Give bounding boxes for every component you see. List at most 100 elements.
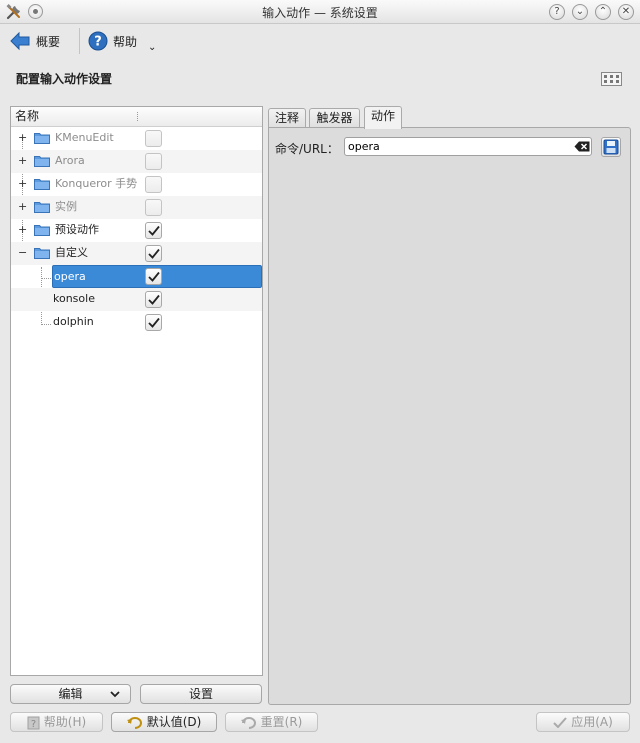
checkmark-icon [148, 248, 160, 259]
tab-label: 触发器 [316, 111, 353, 125]
edit-label: 编辑 [58, 687, 83, 701]
tab-label: 注释 [274, 111, 299, 125]
checkmark-icon [148, 225, 160, 236]
name-column-label: 名称 [15, 109, 40, 123]
checkmark-icon [148, 294, 160, 305]
maximize-button[interactable]: ⌃ [595, 4, 611, 20]
chevron-up-icon: ⌃ [598, 6, 608, 17]
tree-item-label: 预设动作 [55, 223, 99, 236]
folder-icon [34, 225, 50, 236]
undo-icon [126, 717, 142, 729]
overview-button[interactable]: 概要 [9, 28, 60, 54]
tree-item-label: KMenuEdit [55, 131, 114, 144]
help-button[interactable]: ? 帮助(H) [10, 712, 103, 732]
help-book-icon: ? [27, 716, 40, 730]
tab-comment[interactable]: 注释 [268, 108, 306, 128]
enable-checkbox[interactable] [145, 199, 162, 216]
tree-item-arora[interactable]: + Arora [11, 150, 262, 173]
chevron-down-icon: ⌄ [148, 41, 157, 53]
folder-icon [34, 202, 50, 213]
folder-icon [34, 133, 50, 144]
settings-label: 设置 [188, 687, 213, 701]
apply-button[interactable]: 应用(A) [536, 712, 630, 732]
tab-action[interactable]: 动作 [364, 106, 402, 129]
tree-item-konsole[interactable]: konsole [11, 288, 262, 311]
tree-column-header[interactable]: 名称 [11, 107, 262, 127]
tree-item-label: konsole [53, 292, 95, 305]
action-tree[interactable]: 名称 + KMenuEdit + Arora + Konqueror 手势 + … [10, 106, 263, 676]
minimize-button[interactable]: ⌄ [572, 4, 588, 20]
tree-item-dolphin[interactable]: dolphin [11, 311, 262, 334]
apply-button-label: 应用(A) [571, 715, 613, 729]
toolbar-separator [79, 28, 80, 54]
enable-checkbox[interactable] [145, 153, 162, 170]
reset-button-label: 重置(R) [260, 715, 303, 729]
tree-item-kmenuedit[interactable]: + KMenuEdit [11, 127, 262, 150]
folder-icon [34, 156, 50, 167]
window-help-button[interactable]: ? [549, 4, 565, 20]
enable-checkbox[interactable] [145, 222, 162, 239]
keyboard-grid-icon [601, 72, 622, 86]
tree-item-label: Konqueror 手势 [55, 177, 138, 190]
tree-item-label: 自定义 [55, 246, 88, 259]
svg-text:?: ? [94, 35, 102, 50]
help-icon: ? [88, 31, 108, 51]
enable-checkbox[interactable] [145, 291, 162, 308]
defaults-button[interactable]: 默认值(D) [111, 712, 217, 732]
checkmark-icon [148, 271, 160, 282]
expand-icon[interactable]: + [18, 178, 27, 190]
reset-button[interactable]: 重置(R) [225, 712, 318, 732]
tree-item-label: dolphin [53, 315, 94, 328]
tab-triggers[interactable]: 触发器 [309, 108, 360, 128]
help-button-label: 帮助(H) [43, 715, 87, 729]
tree-item-opera[interactable]: opera [52, 265, 262, 288]
tree-item-preset-actions[interactable]: + 预设动作 [11, 219, 262, 242]
browse-command-button[interactable] [601, 137, 621, 157]
chevron-down-icon [110, 691, 120, 698]
clear-text-icon[interactable] [574, 141, 590, 152]
tree-item-custom[interactable]: − 自定义 [11, 242, 262, 265]
enable-checkbox[interactable] [145, 314, 162, 331]
enable-checkbox[interactable] [145, 245, 162, 262]
save-icon [603, 139, 619, 155]
reset-icon [240, 717, 256, 729]
settings-button[interactable]: 设置 [140, 684, 262, 704]
checkmark-icon [148, 317, 160, 328]
folder-icon [34, 248, 50, 259]
command-url-label: 命令/URL： [275, 142, 339, 156]
page-title: 配置输入动作设置 [16, 72, 113, 86]
edit-menu-button[interactable]: 编辑 [10, 684, 131, 704]
expand-icon[interactable]: + [18, 224, 27, 236]
chevron-down-icon: ⌄ [575, 6, 585, 17]
window-title: 输入动作 — 系统设置 [262, 6, 378, 20]
enable-checkbox[interactable] [145, 268, 162, 285]
close-icon: ✕ [621, 6, 631, 17]
tree-item-label: Arora [55, 154, 85, 167]
title-bar[interactable]: 输入动作 — 系统设置 ? ⌄ ⌃ ✕ [0, 0, 640, 24]
toolbar-more-button[interactable]: ⌄ [148, 34, 156, 60]
back-arrow-icon [10, 31, 30, 51]
tree-item-label: opera [54, 270, 86, 283]
svg-text:?: ? [31, 719, 36, 730]
tree-item-konqueror-gestures[interactable]: + Konqueror 手势 [11, 173, 262, 196]
close-button[interactable]: ✕ [618, 4, 634, 20]
expand-icon[interactable]: + [18, 201, 27, 213]
tree-item-label: 实例 [55, 200, 77, 213]
main-toolbar: 概要 ? 帮助 ⌄ [0, 24, 640, 58]
folder-icon [34, 179, 50, 190]
enable-checkbox[interactable] [145, 130, 162, 147]
question-icon: ? [554, 6, 560, 17]
collapse-icon[interactable]: − [18, 247, 27, 259]
command-url-input[interactable] [344, 137, 592, 156]
tab-label: 动作 [370, 109, 395, 123]
column-resize-handle[interactable] [137, 112, 139, 121]
help-menu-button[interactable]: ? 帮助 [88, 28, 137, 54]
splitter-handle[interactable] [264, 400, 267, 530]
tree-connector [41, 278, 51, 279]
expand-icon[interactable]: + [18, 132, 27, 144]
help-label: 帮助 [113, 34, 138, 49]
expand-icon[interactable]: + [18, 155, 27, 167]
tree-item-examples[interactable]: + 实例 [11, 196, 262, 219]
overview-label: 概要 [36, 34, 61, 49]
enable-checkbox[interactable] [145, 176, 162, 193]
